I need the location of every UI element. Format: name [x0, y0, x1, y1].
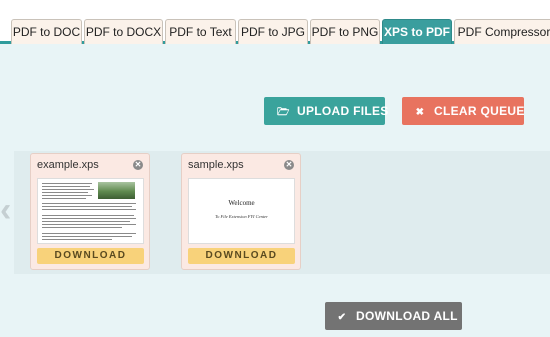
file-thumbnail: Welcome To File Extension FYI Center: [188, 178, 295, 244]
clear-queue-label: CLEAR QUEUE: [434, 104, 525, 118]
tab-pdf-to-png[interactable]: PDF to PNG: [310, 19, 380, 44]
check-icon: ✔: [337, 312, 347, 323]
tab-xps-to-pdf[interactable]: XPS to PDF: [382, 19, 452, 44]
file-name: example.xps: [37, 159, 99, 171]
x-icon: ✖: [415, 107, 425, 118]
folder-open-icon: 🗁: [277, 107, 290, 118]
thumbnail-title: Welcome: [228, 199, 255, 207]
tab-pdf-compressor[interactable]: PDF Compressor: [454, 19, 550, 44]
upload-files-label: UPLOAD FILES: [297, 104, 389, 118]
thumbnail-subtitle: To File Extension FYI Center: [215, 214, 268, 219]
file-name: sample.xps: [188, 159, 244, 171]
download-all-label: DOWNLOAD ALL: [356, 309, 458, 323]
file-card: example.xps ✕ DOWNLOAD: [30, 153, 150, 270]
upload-files-button[interactable]: 🗁 UPLOAD FILES: [264, 97, 388, 125]
download-button[interactable]: DOWNLOAD: [188, 248, 295, 264]
file-card: sample.xps ✕ Welcome To File Extension F…: [181, 153, 301, 270]
clear-queue-button[interactable]: ✖ CLEAR QUEUE: [402, 97, 524, 125]
download-button[interactable]: DOWNLOAD: [37, 248, 144, 264]
chevron-left-icon[interactable]: ‹: [0, 190, 16, 230]
tab-pdf-to-docx[interactable]: PDF to DOCX: [84, 19, 163, 44]
tab-pdf-to-jpg[interactable]: PDF to JPG: [238, 19, 308, 44]
close-icon[interactable]: ✕: [284, 160, 294, 170]
file-thumbnail: [37, 178, 144, 244]
tab-bar: PDF to DOC PDF to DOCX PDF to Text PDF t…: [0, 0, 550, 44]
thumbnail-photo: [98, 182, 135, 199]
tab-pdf-to-doc[interactable]: PDF to DOC: [11, 19, 82, 44]
tab-pdf-to-text[interactable]: PDF to Text: [165, 19, 236, 44]
download-all-button[interactable]: ✔ DOWNLOAD ALL: [325, 302, 462, 330]
close-icon[interactable]: ✕: [133, 160, 143, 170]
